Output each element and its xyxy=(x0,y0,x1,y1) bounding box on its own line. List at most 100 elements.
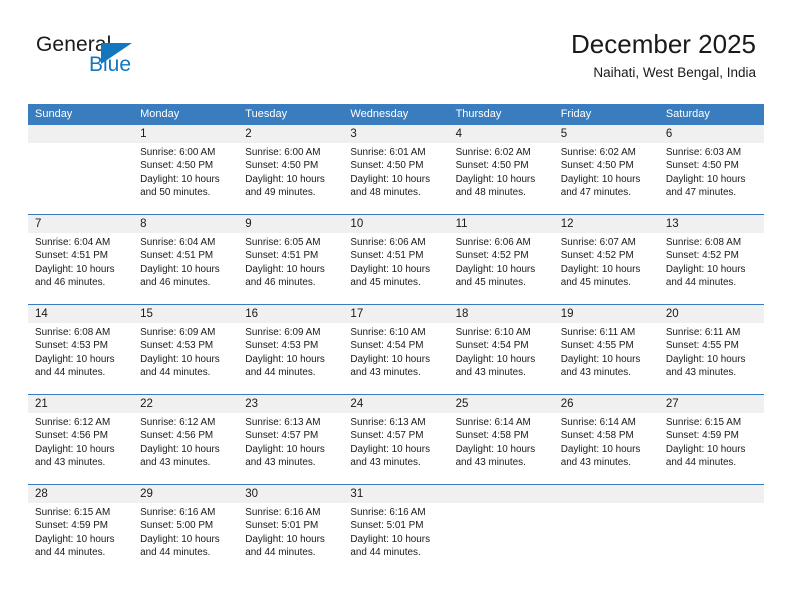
day-number[interactable]: 10 xyxy=(343,215,448,233)
day-cell[interactable]: Sunrise: 6:16 AM Sunset: 5:01 PM Daylight:… xyxy=(238,503,343,574)
day-cell[interactable]: Sunrise: 6:06 AM Sunset: 4:52 PM Daylight:… xyxy=(449,233,554,304)
day-number[interactable]: 22 xyxy=(133,395,238,413)
day-number[interactable]: 12 xyxy=(554,215,659,233)
day-number[interactable]: 6 xyxy=(659,125,764,143)
daylight-text: and 45 minutes. xyxy=(455,277,526,289)
sunrise-text: Sunrise: 6:04 AM xyxy=(35,237,111,248)
generalblue-logo[interactable]: General Blue xyxy=(36,33,166,81)
day-cell xyxy=(659,503,764,574)
day-of-week-header: Thursday xyxy=(455,108,502,120)
day-cell[interactable]: Sunrise: 6:02 AM Sunset: 4:50 PM Daylight:… xyxy=(554,143,659,214)
day-cell[interactable]: Sunrise: 6:08 AM Sunset: 4:53 PM Daylight:… xyxy=(28,323,133,394)
day-cell[interactable]: Sunrise: 6:02 AM Sunset: 4:50 PM Daylight:… xyxy=(449,143,554,214)
week-daynumber-row: 21 22 23 24 25 26 27 xyxy=(28,395,764,413)
day-cell[interactable]: Sunrise: 6:12 AM Sunset: 4:56 PM Daylight:… xyxy=(28,413,133,484)
daylight-text: Daylight: 10 hours xyxy=(560,173,641,185)
sunset-text: Sunset: 4:57 PM xyxy=(350,430,424,442)
day-cell[interactable]: Sunrise: 6:01 AM Sunset: 4:50 PM Daylight:… xyxy=(343,143,448,214)
daylight-text: and 45 minutes. xyxy=(560,277,631,289)
day-number[interactable]: 16 xyxy=(238,305,343,323)
sunrise-text: Sunrise: 6:14 AM xyxy=(560,417,636,428)
day-cell[interactable]: Sunrise: 6:16 AM Sunset: 5:01 PM Daylight:… xyxy=(343,503,448,574)
sunset-text: Sunset: 4:57 PM xyxy=(245,430,319,442)
day-cell[interactable]: Sunrise: 6:04 AM Sunset: 4:51 PM Daylight:… xyxy=(133,233,238,304)
day-cell[interactable]: Sunrise: 6:14 AM Sunset: 4:58 PM Daylight:… xyxy=(449,413,554,484)
sunrise-text: Sunrise: 6:16 AM xyxy=(350,507,426,518)
sunset-text: Sunset: 4:50 PM xyxy=(350,160,424,172)
day-cell[interactable]: Sunrise: 6:00 AM Sunset: 4:50 PM Daylight:… xyxy=(238,143,343,214)
day-of-week-header: Sunday xyxy=(35,108,73,120)
day-number[interactable]: 28 xyxy=(28,485,133,503)
day-of-week-header: Saturday xyxy=(665,108,710,120)
day-number[interactable]: 3 xyxy=(343,125,448,143)
day-cell[interactable]: Sunrise: 6:16 AM Sunset: 5:00 PM Daylight:… xyxy=(133,503,238,574)
day-cell[interactable]: Sunrise: 6:00 AM Sunset: 4:50 PM Daylight:… xyxy=(133,143,238,214)
day-number[interactable]: 24 xyxy=(343,395,448,413)
day-cell[interactable]: Sunrise: 6:10 AM Sunset: 4:54 PM Daylight:… xyxy=(343,323,448,394)
day-number[interactable]: 14 xyxy=(28,305,133,323)
day-cell[interactable]: Sunrise: 6:10 AM Sunset: 4:54 PM Daylight:… xyxy=(449,323,554,394)
day-number[interactable]: 11 xyxy=(449,215,554,233)
day-number[interactable]: 4 xyxy=(449,125,554,143)
daylight-text: and 48 minutes. xyxy=(455,187,526,199)
daylight-text: Daylight: 10 hours xyxy=(245,173,325,185)
sunrise-text: Sunrise: 6:16 AM xyxy=(245,507,321,518)
daylight-text: Daylight: 10 hours xyxy=(665,173,746,185)
sunrise-text: Sunrise: 6:01 AM xyxy=(350,147,426,158)
day-number[interactable]: 29 xyxy=(133,485,238,503)
page-subtitle: Naihati, West Bengal, India xyxy=(593,65,756,80)
daylight-text: Daylight: 10 hours xyxy=(35,353,115,365)
calendar-grid: Sunday Monday Tuesday Wednesday Thursday Frid… xyxy=(28,104,764,574)
day-cell[interactable]: Sunrise: 6:07 AM Sunset: 4:52 PM Daylight:… xyxy=(554,233,659,304)
day-number[interactable]: 9 xyxy=(238,215,343,233)
day-number[interactable]: 17 xyxy=(343,305,448,323)
day-cell[interactable]: Sunrise: 6:15 AM Sunset: 4:59 PM Daylight:… xyxy=(28,503,133,574)
day-number[interactable]: 31 xyxy=(343,485,448,503)
day-cell[interactable]: Sunrise: 6:04 AM Sunset: 4:51 PM Daylight:… xyxy=(28,233,133,304)
day-number[interactable]: 5 xyxy=(554,125,659,143)
day-cell[interactable]: Sunrise: 6:15 AM Sunset: 4:59 PM Daylight:… xyxy=(659,413,764,484)
daylight-text: Daylight: 10 hours xyxy=(35,533,115,545)
day-number[interactable]: 25 xyxy=(449,395,554,413)
day-cell[interactable]: Sunrise: 6:14 AM Sunset: 4:58 PM Daylight:… xyxy=(554,413,659,484)
day-cell[interactable]: Sunrise: 6:11 AM Sunset: 4:55 PM Daylight:… xyxy=(554,323,659,394)
day-cell[interactable]: Sunrise: 6:09 AM Sunset: 4:53 PM Daylight:… xyxy=(133,323,238,394)
day-number[interactable]: 8 xyxy=(133,215,238,233)
daylight-text: and 46 minutes. xyxy=(140,277,211,289)
day-number[interactable]: 21 xyxy=(28,395,133,413)
day-cell[interactable]: Sunrise: 6:05 AM Sunset: 4:51 PM Daylight:… xyxy=(238,233,343,304)
day-cell[interactable]: Sunrise: 6:06 AM Sunset: 4:51 PM Daylight:… xyxy=(343,233,448,304)
day-number[interactable]: 30 xyxy=(238,485,343,503)
daylight-text: Daylight: 10 hours xyxy=(665,263,746,275)
day-number[interactable]: 20 xyxy=(659,305,764,323)
day-cell[interactable]: Sunrise: 6:13 AM Sunset: 4:57 PM Daylight:… xyxy=(343,413,448,484)
day-number[interactable]: 26 xyxy=(554,395,659,413)
sunset-text: Sunset: 4:56 PM xyxy=(35,430,109,442)
day-number[interactable]: 15 xyxy=(133,305,238,323)
day-number[interactable]: 18 xyxy=(449,305,554,323)
calendar-week-row: 28 29 30 31 Sunrise: 6:15 AM Sunset: 4:59 PM D… xyxy=(28,484,764,574)
day-cell[interactable]: Sunrise: 6:09 AM Sunset: 4:53 PM Daylight:… xyxy=(238,323,343,394)
day-cell[interactable]: Sunrise: 6:08 AM Sunset: 4:52 PM Daylight:… xyxy=(659,233,764,304)
day-number[interactable]: 7 xyxy=(28,215,133,233)
day-cell xyxy=(28,143,133,214)
day-number[interactable]: 1 xyxy=(133,125,238,143)
page-title: December 2025 xyxy=(571,29,756,59)
day-number[interactable]: 19 xyxy=(554,305,659,323)
day-cell[interactable]: Sunrise: 6:11 AM Sunset: 4:55 PM Daylight:… xyxy=(659,323,764,394)
day-number[interactable]: 13 xyxy=(659,215,764,233)
sunrise-text: Sunrise: 6:02 AM xyxy=(560,147,636,158)
daylight-text: Daylight: 10 hours xyxy=(665,353,746,365)
daylight-text: and 43 minutes. xyxy=(455,367,526,379)
sunset-text: Sunset: 4:51 PM xyxy=(350,250,424,262)
day-cell[interactable]: Sunrise: 6:03 AM Sunset: 4:50 PM Daylight:… xyxy=(659,143,764,214)
day-of-week-header: Friday xyxy=(560,108,592,120)
daylight-text: and 48 minutes. xyxy=(350,187,421,199)
day-cell[interactable]: Sunrise: 6:13 AM Sunset: 4:57 PM Daylight:… xyxy=(238,413,343,484)
daylight-text: and 44 minutes. xyxy=(245,547,316,559)
day-number[interactable]: 2 xyxy=(238,125,343,143)
day-number[interactable]: 27 xyxy=(659,395,764,413)
daylight-text: and 44 minutes. xyxy=(140,367,211,379)
day-cell[interactable]: Sunrise: 6:12 AM Sunset: 4:56 PM Daylight:… xyxy=(133,413,238,484)
day-number[interactable]: 23 xyxy=(238,395,343,413)
